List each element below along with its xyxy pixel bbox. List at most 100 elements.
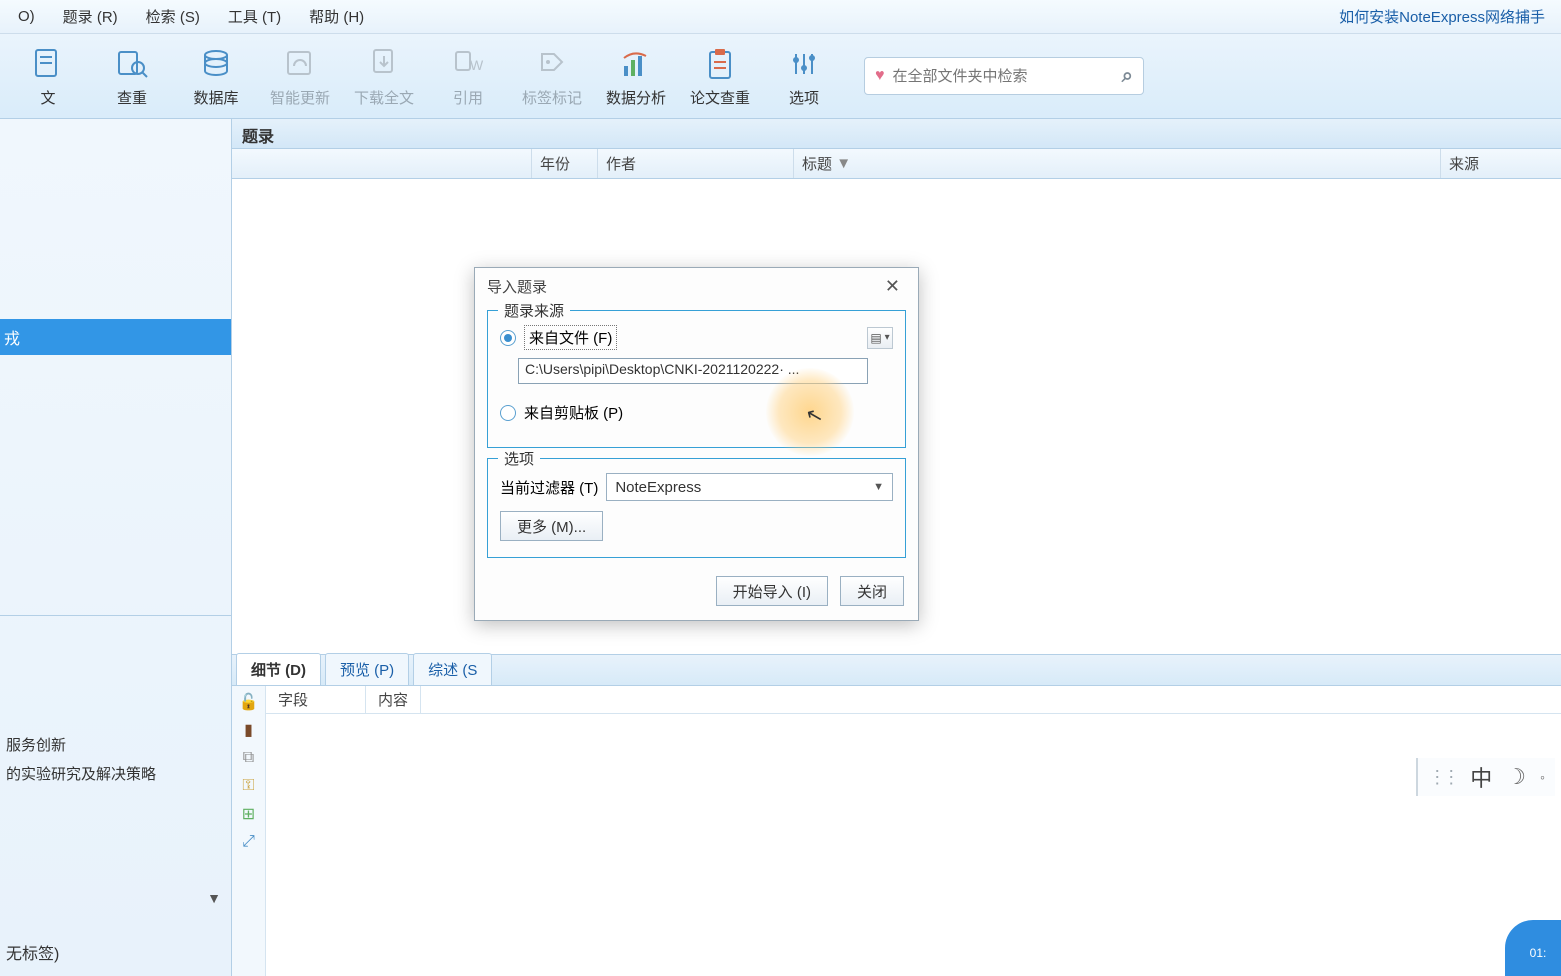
- left-bottom-panel: 服务创新 的实验研究及解决策略 ▼ 无标签): [0, 615, 231, 976]
- expand-icon[interactable]: ⤢: [237, 830, 261, 854]
- tool-label: 选项: [789, 87, 819, 108]
- tool-label: 数据分析: [606, 87, 666, 108]
- menu-item-help[interactable]: 帮助 (H): [295, 2, 378, 31]
- tool-label: 查重: [117, 87, 147, 108]
- options-fieldset: 选项 当前过滤器 (T) NoteExpress ▼ 更多 (M)...: [487, 458, 906, 558]
- close-icon[interactable]: ✕: [879, 274, 906, 299]
- heart-icon: ♥: [875, 67, 885, 85]
- more-button[interactable]: 更多 (M)...: [500, 511, 603, 541]
- radio-from-file-label[interactable]: 来自文件 (F): [524, 325, 617, 350]
- detail-table: 字段 内容: [266, 686, 1561, 976]
- tool-label: 下载全文: [354, 87, 414, 108]
- col-year[interactable]: 年份: [532, 149, 598, 178]
- col-source[interactable]: 来源: [1441, 149, 1561, 178]
- column-headers: 年份 作者 标题 ▼ 来源: [232, 149, 1561, 179]
- chevron-down-icon: ▼: [873, 481, 884, 493]
- source-options-button[interactable]: ▤: [867, 327, 893, 349]
- file-path-input[interactable]: C:\Users\pipi\Desktop\CNKI-2021120222· .…: [518, 358, 868, 384]
- database-icon: [197, 45, 235, 83]
- selected-folder[interactable]: 戎: [0, 319, 231, 355]
- tool-downloadfull[interactable]: 下载全文: [342, 35, 426, 117]
- ime-bar[interactable]: ⋮⋮ 中 ☽ ◦: [1416, 758, 1555, 796]
- col-title[interactable]: 标题 ▼: [794, 149, 1441, 178]
- detail-col-content[interactable]: 内容: [366, 686, 421, 713]
- quote-icon: W: [449, 45, 487, 83]
- tab-preview[interactable]: 预览 (P): [325, 653, 409, 685]
- tool-label: 论文查重: [690, 87, 750, 108]
- left-panel: 戎 服务创新 的实验研究及解决策略 ▼ 无标签): [0, 119, 232, 976]
- col-author[interactable]: 作者: [598, 149, 794, 178]
- import-dialog: 导入题录 ✕ 题录来源 来自文件 (F) ▤ C:\Users\pipi\Des…: [474, 267, 919, 621]
- copy-icon[interactable]: ⧉: [237, 746, 261, 770]
- search-input[interactable]: [893, 68, 1114, 85]
- tool-cite[interactable]: W 引用: [426, 35, 510, 117]
- tool-dupecheck[interactable]: 查重: [90, 35, 174, 117]
- tool-tagmark[interactable]: 标签标记: [510, 35, 594, 117]
- toolbar: 文 查重 数据库 智能更新 下载全文 W 引用 标签标记 数据分析 论文查重 选…: [0, 34, 1561, 119]
- ime-extra-icon[interactable]: ◦: [1540, 769, 1545, 785]
- filter-combo[interactable]: NoteExpress ▼: [606, 473, 893, 501]
- source-legend: 题录来源: [498, 300, 570, 321]
- radio-from-clipboard-label[interactable]: 来自剪贴板 (P): [524, 402, 623, 423]
- dialog-title: 导入题录: [487, 276, 547, 297]
- tab-detail[interactable]: 细节 (D): [236, 653, 321, 685]
- timestamp-badge: 01:: [1505, 920, 1561, 976]
- records-title: 题录: [232, 119, 1561, 149]
- radio-from-clipboard[interactable]: [500, 405, 516, 421]
- recent-line-2[interactable]: 的实验研究及解决策略: [0, 759, 231, 788]
- filter-label: 当前过滤器 (T): [500, 477, 598, 498]
- menu-item-record[interactable]: 题录 (R): [49, 2, 132, 31]
- tool-label: 智能更新: [270, 87, 330, 108]
- tag-untagged[interactable]: 无标签): [0, 932, 231, 972]
- key-icon[interactable]: ⚿: [237, 774, 261, 798]
- close-button[interactable]: 关闭: [840, 576, 904, 606]
- update-icon: [281, 45, 319, 83]
- tool-label: 引用: [453, 87, 483, 108]
- search-icon[interactable]: ⌕: [1122, 65, 1133, 88]
- tool-smartupdate[interactable]: 智能更新: [258, 35, 342, 117]
- svg-text:W: W: [470, 57, 484, 73]
- detail-tabs: 细节 (D) 预览 (P) 综述 (S: [232, 654, 1561, 686]
- menu-item-search[interactable]: 检索 (S): [132, 2, 214, 31]
- col-blank[interactable]: [232, 149, 532, 178]
- ime-grip-icon: ⋮⋮: [1428, 767, 1456, 788]
- download-icon: [365, 45, 403, 83]
- start-import-button[interactable]: 开始导入 (I): [716, 576, 828, 606]
- filter-value: NoteExpress: [615, 479, 701, 496]
- ime-lang[interactable]: 中: [1470, 761, 1492, 793]
- bookshelf-icon[interactable]: ▮: [237, 718, 261, 742]
- detail-col-field[interactable]: 字段: [266, 686, 366, 713]
- source-fieldset: 题录来源 来自文件 (F) ▤ C:\Users\pipi\Desktop\CN…: [487, 310, 906, 448]
- grid-icon[interactable]: ⊞: [237, 802, 261, 826]
- clipboard-icon: [701, 45, 739, 83]
- tool-label: 数据库: [193, 87, 238, 108]
- tool-doc[interactable]: 文: [6, 35, 90, 117]
- moon-icon[interactable]: ☽: [1506, 764, 1526, 790]
- menu-item-tools[interactable]: 工具 (T): [214, 2, 295, 31]
- radio-from-file[interactable]: [500, 330, 516, 346]
- chart-icon: [617, 45, 655, 83]
- tool-options[interactable]: 选项: [762, 35, 846, 117]
- menu-item-o[interactable]: O): [4, 4, 49, 29]
- tag-icon: [533, 45, 571, 83]
- menu-bar: O) 题录 (R) 检索 (S) 工具 (T) 帮助 (H) 如何安装NoteE…: [0, 0, 1561, 34]
- tool-papercheck[interactable]: 论文查重: [678, 35, 762, 117]
- tool-database[interactable]: 数据库: [174, 35, 258, 117]
- install-help-link[interactable]: 如何安装NoteExpress网络捕手: [1339, 6, 1557, 27]
- tab-summary[interactable]: 综述 (S: [413, 653, 492, 685]
- folder-tree[interactable]: 戎: [0, 119, 231, 615]
- doc-icon: [29, 45, 67, 83]
- magnify-doc-icon: [113, 45, 151, 83]
- tool-analyze[interactable]: 数据分析: [594, 35, 678, 117]
- options-legend: 选项: [498, 448, 540, 469]
- dialog-titlebar: 导入题录 ✕: [475, 268, 918, 304]
- lock-icon[interactable]: 🔓: [237, 690, 261, 714]
- recent-line-1[interactable]: 服务创新: [0, 730, 231, 759]
- tool-label: 文: [40, 87, 55, 108]
- detail-side-icons: 🔓 ▮ ⧉ ⚿ ⊞ ⤢: [232, 686, 266, 976]
- detail-body: 🔓 ▮ ⧉ ⚿ ⊞ ⤢ 字段 内容: [232, 686, 1561, 976]
- tool-label: 标签标记: [522, 87, 582, 108]
- chevron-down-icon[interactable]: ▼: [0, 888, 231, 908]
- global-search[interactable]: ♥ ⌕: [864, 57, 1144, 95]
- sort-arrow-icon: ▼: [836, 155, 851, 172]
